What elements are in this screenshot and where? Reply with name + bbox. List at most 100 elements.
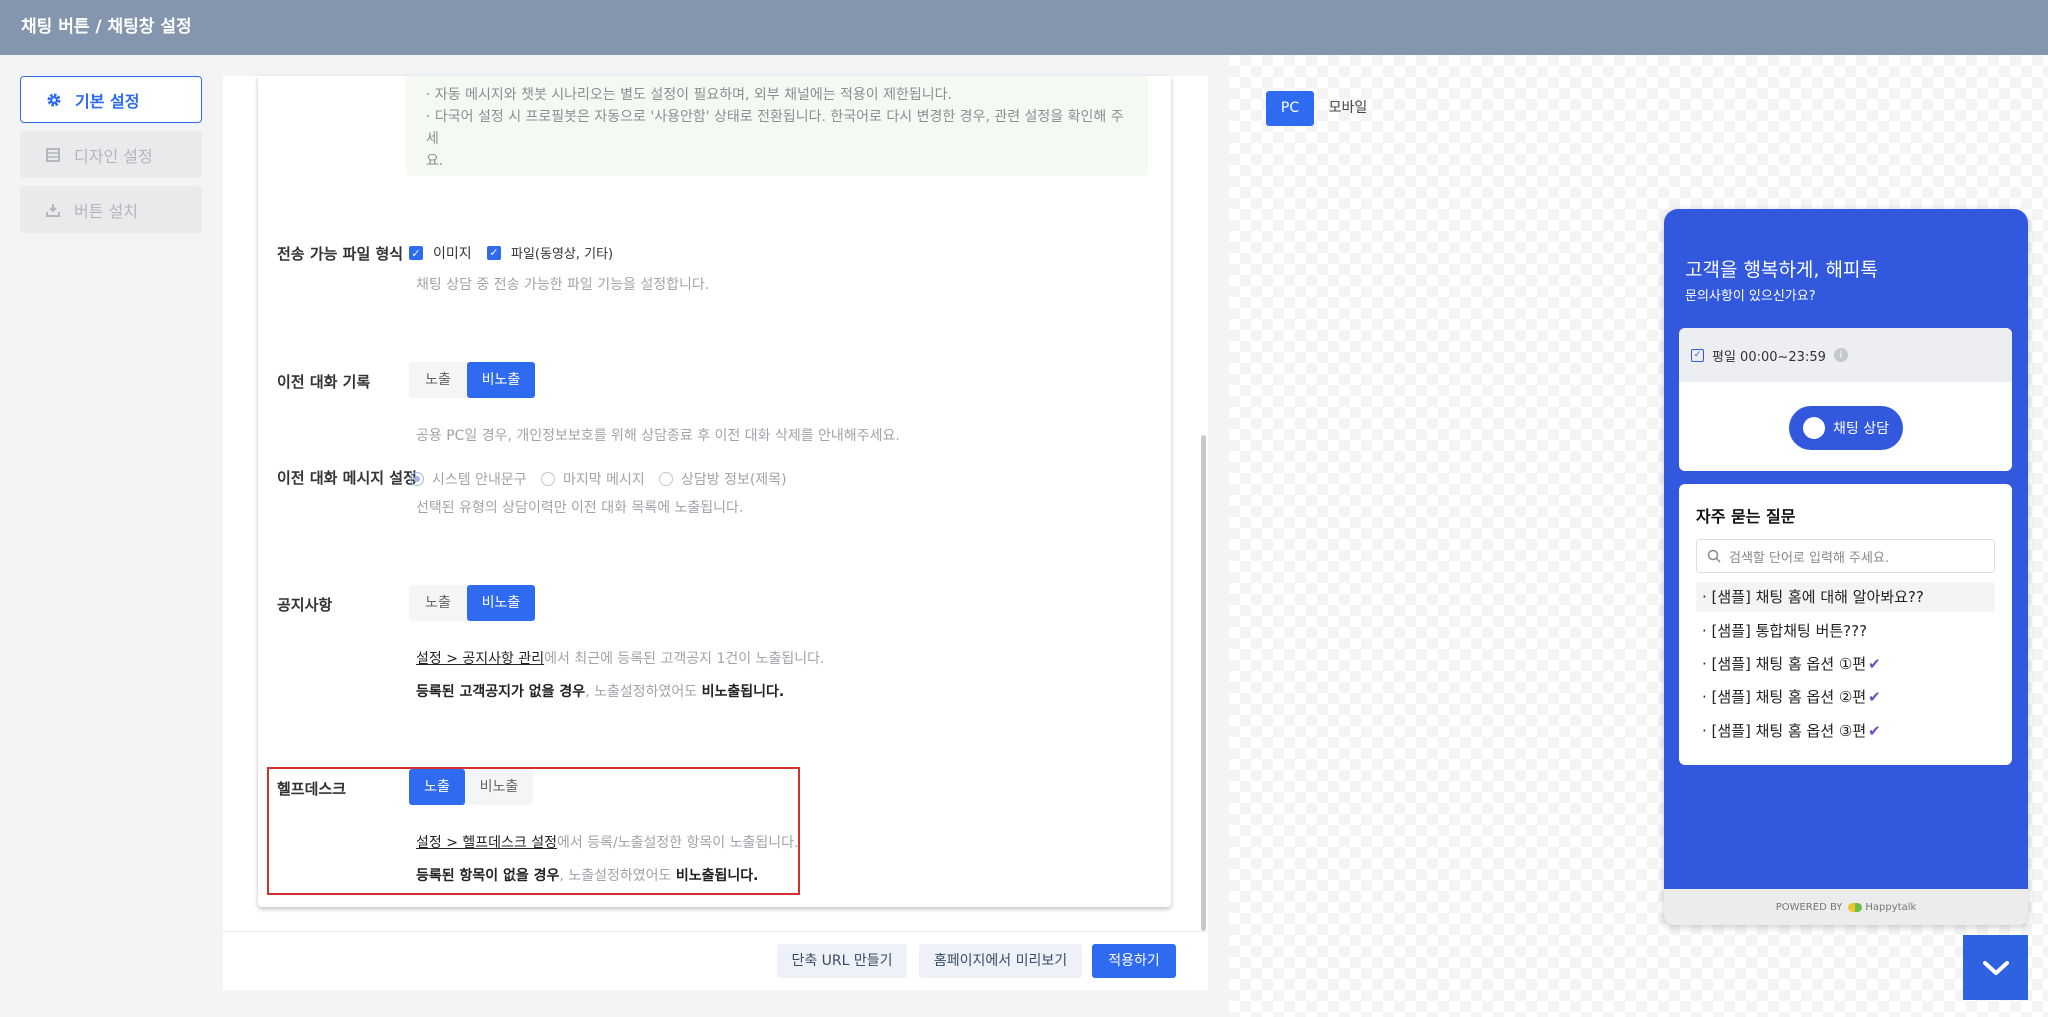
scrollbar[interactable] [1201,435,1206,931]
file-types-label: 전송 가능 파일 형식 [277,245,404,263]
faq-item[interactable]: · [샘플] 채팅 홈 옵션 ②편 ✔ [1696,682,1995,712]
faq-item[interactable]: · [샘플] 채팅 홈에 대해 알아봐요?? [1696,582,1995,612]
powered-by-text: POWERED BY [1775,901,1843,913]
history-label: 이전 대화 기록 [277,373,371,391]
helpdesk-desc-text: , 노출설정하였어도 [559,868,676,884]
radio-label: 상담방 정보(제목) [681,472,787,488]
sidebar-item-basic-settings[interactable]: 기본 설정 [20,76,202,123]
helpdesk-toggle: 노출 비노출 [409,769,533,805]
gear-icon [45,91,63,109]
chat-card: ✓ 평일 00:00~23:59 i 채팅 상담 [1679,328,2012,471]
sidebar-item-label: 기본 설정 [75,91,140,111]
history-hide-option[interactable]: 비노출 [467,362,535,398]
notice-info-box: · 자동 메시지와 챗봇 시나리오는 별도 설정이 필요하며, 외부 채널에는 … [406,76,1148,176]
notice-desc-2: 등록된 고객공지가 없을 경우, 노출설정하였어도 비노출됩니다. [416,681,784,701]
happytalk-logo-icon [1848,902,1863,912]
chevron-down-icon [1982,960,2009,975]
helpdesk-desc-text: 에서 등록/노출설정한 항목이 노출됩니다. [557,835,799,851]
helpdesk-hide-option[interactable]: 비노출 [465,769,533,805]
notice-desc-text: 에서 최근에 등록된 고객공지 1건이 노출됩니다. [544,651,825,667]
notice-hide-option[interactable]: 비노출 [467,585,535,621]
radio-label: 시스템 안내문구 [432,472,527,488]
faq-item-label: · [샘플] 채팅 홈 옵션 ①편 [1702,655,1867,673]
checkmark-icon: ✔ [1868,688,1881,706]
history-desc: 공용 PC일 경우, 개인정보보호를 위해 상담종료 후 이전 대화 삭제를 안… [416,428,900,444]
radio-last-message[interactable]: 마지막 메시지 [541,469,645,489]
helpdesk-desc-text: 비노출됩니다. [675,868,759,884]
search-placeholder: 검색할 단어로 입력해 주세요. [1729,550,1890,566]
check-icon: ✓ [1691,348,1704,362]
helpdesk-desc-text: 등록된 항목이 없을 경우 [416,868,560,884]
notice-settings-link[interactable]: 설정 > 공지사항 관리 [416,651,544,667]
history-msg-label: 이전 대화 메시지 설정 [277,469,417,487]
faq-item[interactable]: · [샘플] 채팅 홈 옵션 ①편 ✔ [1696,649,1995,679]
radio-icon [410,472,424,486]
checkbox-file[interactable]: ✓ 파일(동영상, 기타) [487,243,613,262]
faq-item-label: · [샘플] 채팅 홈 옵션 ②편 [1702,688,1867,706]
faq-search-input[interactable]: 검색할 단어로 입력해 주세요. [1696,539,1995,573]
preview-button[interactable]: 홈페이지에서 미리보기 [919,944,1082,978]
chat-bubble-icon [1803,417,1825,439]
faq-item-label: · [샘플] 채팅 홈에 대해 알아봐요?? [1702,588,1924,606]
sidebar-item-label: 디자인 설정 [74,146,153,166]
widget-subtitle: 문의사항이 있으신가요? [1685,289,1816,304]
sidebar-item-label: 버튼 설치 [74,201,138,221]
helpdesk-desc-2: 등록된 항목이 없을 경우, 노출설정하였어도 비노출됩니다. [416,865,758,885]
faq-item-label: · [샘플] 통합채팅 버튼??? [1702,622,1868,640]
notice-show-option[interactable]: 노출 [409,585,467,621]
faq-item[interactable]: · [샘플] 채팅 홈 옵션 ③편 ✔ [1696,716,1995,746]
tab-pc[interactable]: PC [1266,91,1314,126]
history-show-option[interactable]: 노출 [409,362,467,398]
radio-system-notice[interactable]: 시스템 안내문구 [410,469,527,489]
checkbox-label: 파일(동영상, 기타) [511,247,614,262]
faq-item[interactable]: · [샘플] 통합채팅 버튼??? [1696,616,1995,646]
history-toggle: 노출 비노출 [409,362,535,398]
history-msg-desc: 선택된 유형의 상담이력만 이전 대화 목록에 노출됩니다. [416,500,744,516]
notice-desc-text: 등록된 고객공지가 없을 경우 [416,684,586,700]
hours-text: 평일 00:00~23:59 [1712,349,1826,365]
notice-line: 요. [426,153,444,169]
check-icon: ✓ [487,245,501,260]
collapse-widget-button[interactable] [1963,935,2028,1000]
info-icon[interactable]: i [1833,348,1848,362]
sidebar-item-button-install[interactable]: 버튼 설치 [20,186,202,233]
page-header: 채팅 버튼 / 채팅창 설정 [0,0,2048,55]
search-icon [1707,549,1721,563]
radio-icon [659,472,673,486]
brand-name: Happytalk [1865,901,1917,913]
faq-card: 자주 묻는 질문 검색할 단어로 입력해 주세요. · [샘플] 채팅 홈에 대… [1679,484,2012,765]
business-hours: ✓ 평일 00:00~23:59 i [1679,328,2012,382]
radio-icon [541,472,555,486]
checkmark-icon: ✔ [1868,722,1881,740]
checkmark-icon: ✔ [1868,655,1881,673]
short-url-button[interactable]: 단축 URL 만들기 [777,944,907,978]
helpdesk-label: 헬프데스크 [277,780,347,798]
helpdesk-desc-1: 설정 > 헬프데스크 설정에서 등록/노출설정한 항목이 노출됩니다. [416,832,799,852]
checkbox-label: 이미지 [433,246,472,262]
helpdesk-show-option[interactable]: 노출 [409,769,465,805]
faq-item-label: · [샘플] 채팅 홈 옵션 ③편 [1702,722,1867,740]
file-types-desc: 채팅 상담 중 전송 가능한 파일 기능을 설정합니다. [416,277,710,293]
page-title: 채팅 버튼 / 채팅창 설정 [21,17,192,37]
notice-setting-label: 공지사항 [277,596,333,614]
sidebar-item-design-settings[interactable]: 디자인 설정 [20,131,202,178]
radio-room-info[interactable]: 상담방 정보(제목) [659,469,787,489]
widget-footer: POWERED BY Happytalk [1664,889,2028,925]
apply-button[interactable]: 적용하기 [1092,944,1176,978]
widget-title: 고객을 행복하게, 해피톡 [1685,259,1878,281]
layout-icon [44,146,62,164]
helpdesk-settings-link[interactable]: 설정 > 헬프데스크 설정 [416,835,557,851]
checkbox-image[interactable]: ✓ 이미지 [409,243,472,263]
chat-start-button[interactable]: 채팅 상담 [1789,406,1903,450]
chat-button-label: 채팅 상담 [1833,421,1889,437]
tab-mobile[interactable]: 모바일 [1324,91,1372,126]
faq-title: 자주 묻는 질문 [1696,507,1796,526]
notice-desc-text: , 노출설정하였어도 [585,684,702,700]
notice-line: · 다국어 설정 시 프로필봇은 자동으로 '사용안함' 상태로 전환됩니다. … [426,109,1124,147]
download-icon [44,201,62,219]
notice-toggle: 노출 비노출 [409,585,535,621]
radio-label: 마지막 메시지 [563,472,645,488]
notice-desc-1: 설정 > 공지사항 관리에서 최근에 등록된 고객공지 1건이 노출됩니다. [416,648,824,668]
sidebar: 기본 설정 디자인 설정 버튼 설치 [20,76,202,241]
notice-line: · 자동 메시지와 챗봇 시나리오는 별도 설정이 필요하며, 외부 채널에는 … [426,87,952,103]
